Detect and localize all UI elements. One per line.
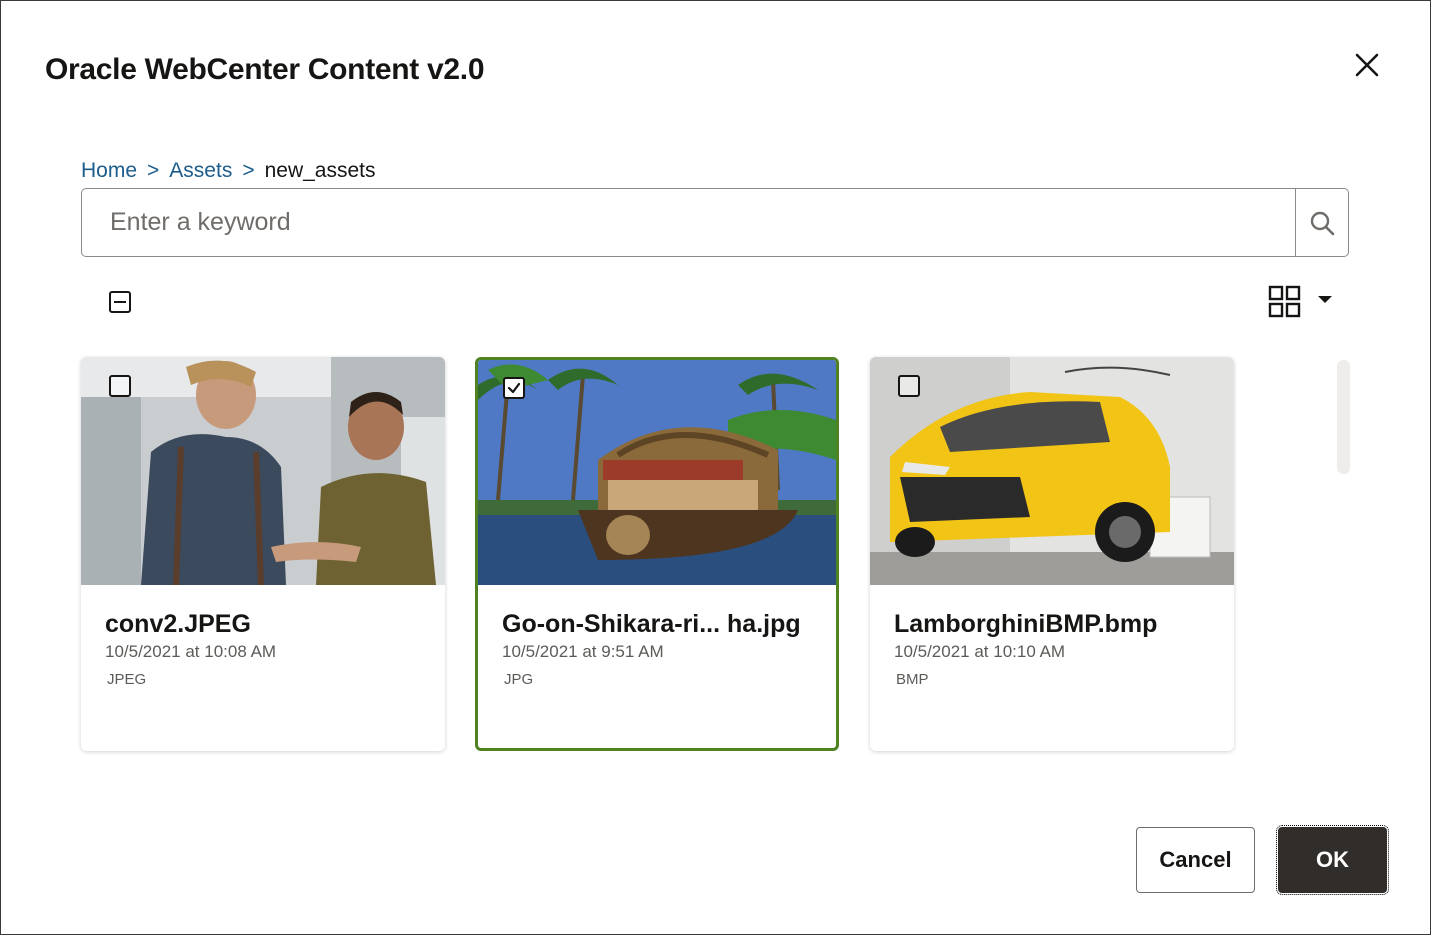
- asset-type: JPEG: [107, 671, 147, 688]
- breadcrumb: Home > Assets > new_assets: [81, 159, 376, 183]
- asset-checkbox[interactable]: [503, 377, 525, 399]
- scrollbar[interactable]: [1337, 360, 1350, 474]
- asset-type: JPG: [504, 671, 534, 688]
- checkmark-icon: [507, 382, 521, 394]
- breadcrumb-separator: >: [147, 159, 160, 182]
- asset-thumbnail-houseboat: [478, 360, 836, 585]
- breadcrumb-assets[interactable]: Assets: [169, 159, 232, 183]
- asset-date: 10/5/2021 at 10:08 AM: [105, 642, 277, 661]
- view-mode-dropdown[interactable]: [1267, 284, 1337, 320]
- asset-card-conv2[interactable]: conv2.JPEG 10/5/2021 at 10:08 AM JPEG: [81, 357, 445, 751]
- search-input[interactable]: [82, 189, 1296, 256]
- asset-card-lamborghini[interactable]: LamborghiniBMP.bmp 10/5/2021 at 10:10 AM…: [870, 357, 1234, 751]
- asset-card-shikara[interactable]: Go-on-Shikara-ri... ha.jpg 10/5/2021 at …: [475, 357, 839, 751]
- asset-name: conv2.JPEG: [105, 610, 251, 638]
- asset-date: 10/5/2021 at 9:51 AM: [502, 642, 664, 661]
- cancel-button[interactable]: Cancel: [1136, 827, 1255, 893]
- breadcrumb-home[interactable]: Home: [81, 159, 137, 183]
- dialog-title: Oracle WebCenter Content v2.0: [45, 53, 485, 86]
- asset-thumbnail-car: [870, 357, 1234, 585]
- asset-date: 10/5/2021 at 10:10 AM: [894, 642, 1066, 661]
- asset-name: LamborghiniBMP.bmp: [894, 610, 1158, 638]
- asset-picker-dialog: Oracle WebCenter Content v2.0 Home > Ass…: [0, 0, 1431, 935]
- asset-thumbnail-people: [81, 357, 445, 585]
- grid-view-icon: [1268, 285, 1301, 318]
- caret-down-icon: [1318, 296, 1332, 303]
- asset-checkbox[interactable]: [898, 375, 920, 397]
- asset-type: BMP: [896, 671, 929, 688]
- close-icon: [1355, 53, 1379, 77]
- breadcrumb-current: new_assets: [264, 159, 376, 182]
- asset-checkbox[interactable]: [109, 375, 131, 397]
- search-box: [81, 188, 1349, 257]
- search-button[interactable]: [1295, 189, 1348, 256]
- search-icon: [1310, 211, 1335, 235]
- ok-button[interactable]: OK: [1276, 825, 1389, 895]
- asset-name: Go-on-Shikara-ri... ha.jpg: [502, 610, 801, 638]
- breadcrumb-separator: >: [242, 159, 255, 182]
- close-button[interactable]: [1349, 47, 1385, 83]
- select-all-checkbox[interactable]: [109, 291, 131, 313]
